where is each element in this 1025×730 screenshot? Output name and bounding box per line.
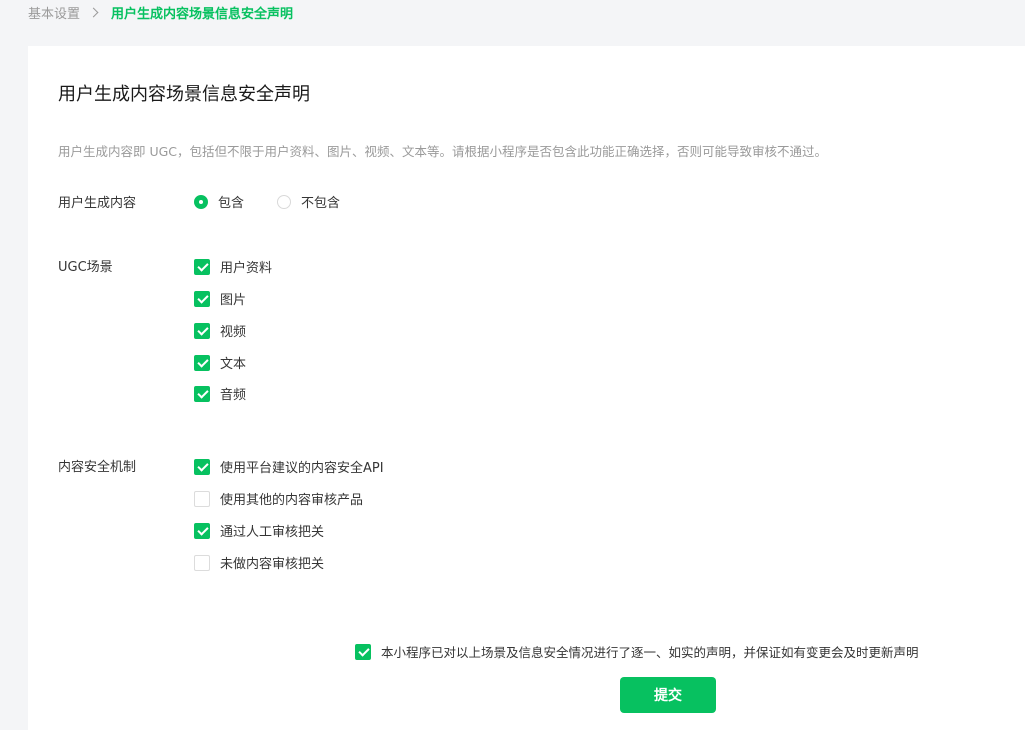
page-title: 用户生成内容场景信息安全声明	[58, 84, 310, 105]
scene-checkbox-audio[interactable]: 音频	[194, 384, 246, 403]
mechanism-checkbox-no-review[interactable]: 未做内容审核把关	[194, 553, 324, 572]
checkbox-label: 音频	[220, 388, 247, 403]
chevron-right-icon	[88, 7, 99, 17]
checkbox-indicator[interactable]	[194, 354, 210, 371]
checkbox-indicator[interactable]	[194, 554, 210, 571]
checkbox-indicator[interactable]	[194, 522, 210, 539]
submit-button[interactable]: 提交	[620, 677, 716, 713]
mechanism-checkbox-platform-api[interactable]: 使用平台建议的内容安全API	[194, 457, 384, 476]
page-description: 用户生成内容即 UGC，包括但不限于用户资料、图片、视频、文本等。请根据小程序是…	[58, 144, 828, 159]
radio-exclude-label: 不包含	[301, 196, 341, 211]
checkbox-label: 用户资料	[220, 261, 273, 276]
checkbox-indicator[interactable]	[194, 385, 210, 402]
breadcrumb-basic-settings[interactable]: 基本设置	[28, 3, 80, 22]
checkbox-label: 视频	[220, 325, 247, 340]
ugc-scenes-label: UGC场景	[58, 260, 113, 275]
checkbox-indicator[interactable]	[194, 290, 210, 307]
radio-include-indicator[interactable]	[194, 194, 208, 209]
radio-include[interactable]: 包含	[194, 192, 244, 211]
checkbox-indicator[interactable]	[194, 258, 210, 275]
checkbox-indicator[interactable]	[194, 490, 210, 507]
security-mechanism-label: 内容安全机制	[58, 460, 137, 475]
agreement-checkbox[interactable]: 本小程序已对以上场景及信息安全情况进行了逐一、如实的声明，并保证如有变更会及时更…	[355, 642, 919, 661]
main-card: 用户生成内容场景信息安全声明 用户生成内容即 UGC，包括但不限于用户资料、图片…	[28, 46, 1025, 730]
checkbox-indicator[interactable]	[194, 322, 210, 339]
radio-exclude-indicator[interactable]	[277, 194, 291, 209]
radio-exclude[interactable]: 不包含	[277, 192, 340, 211]
radio-include-label: 包含	[218, 196, 245, 211]
checkbox-indicator[interactable]	[355, 643, 371, 660]
checkbox-label: 未做内容审核把关	[220, 557, 325, 572]
checkbox-indicator[interactable]	[194, 458, 210, 475]
checkbox-label: 图片	[220, 293, 247, 308]
checkbox-label: 文本	[220, 357, 247, 372]
scene-checkbox-user-profile[interactable]: 用户资料	[194, 257, 272, 276]
breadcrumb: 基本设置 用户生成内容场景信息安全声明	[28, 2, 293, 22]
mechanism-checkbox-manual-review[interactable]: 通过人工审核把关	[194, 521, 324, 540]
scene-checkbox-video[interactable]: 视频	[194, 321, 246, 340]
checkbox-label: 使用平台建议的内容安全API	[220, 461, 384, 476]
ugc-content-label: 用户生成内容	[58, 196, 137, 211]
scene-checkbox-text[interactable]: 文本	[194, 353, 246, 372]
scene-checkbox-image[interactable]: 图片	[194, 289, 246, 308]
mechanism-checkbox-other-product[interactable]: 使用其他的内容审核产品	[194, 489, 363, 508]
checkbox-label: 使用其他的内容审核产品	[220, 493, 364, 508]
checkbox-label: 通过人工审核把关	[220, 525, 325, 540]
agreement-label: 本小程序已对以上场景及信息安全情况进行了逐一、如实的声明，并保证如有变更会及时更…	[381, 645, 919, 660]
breadcrumb-current: 用户生成内容场景信息安全声明	[111, 6, 294, 22]
